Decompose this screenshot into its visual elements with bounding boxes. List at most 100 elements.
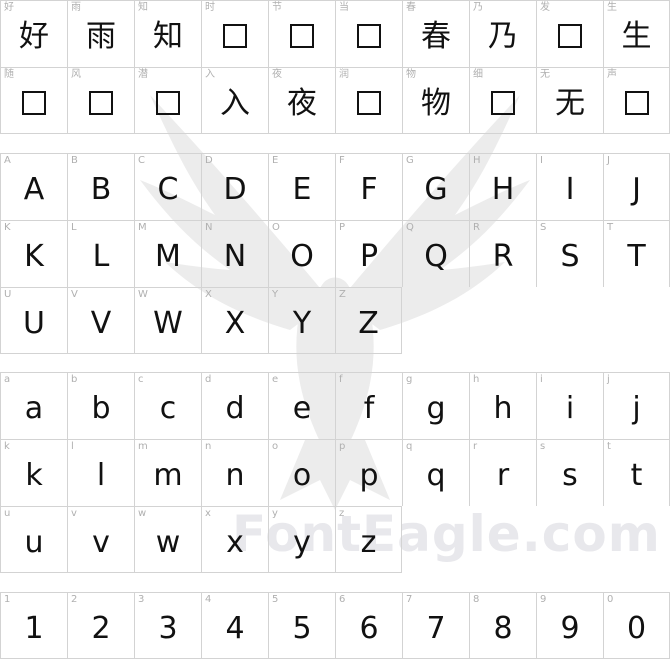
glyph-sample: Q bbox=[424, 239, 448, 274]
glyph-sample: w bbox=[155, 525, 181, 560]
glyph-sample: t bbox=[630, 458, 643, 493]
glyph-cell: ww bbox=[134, 506, 201, 573]
glyph-cell: XX bbox=[201, 287, 268, 354]
glyph-sample: C bbox=[157, 172, 179, 207]
glyph-cell: YY bbox=[268, 287, 335, 354]
glyph-sample: P bbox=[359, 239, 379, 274]
glyph-label: N bbox=[205, 222, 213, 233]
glyph-row: UUVVWWXXYYZZ bbox=[0, 287, 670, 354]
glyph-sample: 无 bbox=[555, 86, 585, 121]
glyph-sample: N bbox=[223, 239, 247, 274]
glyph-cell: WW bbox=[134, 287, 201, 354]
glyph-sample: 5 bbox=[292, 611, 312, 646]
glyph-sample: X bbox=[224, 306, 246, 341]
glyph-sample: o bbox=[292, 458, 312, 493]
glyph-cell: 00 bbox=[603, 592, 670, 659]
glyph-sample: B bbox=[90, 172, 112, 207]
glyph-cell: 好好 bbox=[0, 0, 67, 67]
glyph-cell: 无无 bbox=[536, 67, 603, 134]
glyph-sample bbox=[336, 15, 402, 59]
glyph-label: F bbox=[339, 155, 345, 166]
glyph-cell: LL bbox=[67, 220, 134, 287]
glyph-label: W bbox=[138, 289, 148, 300]
glyph-row: uuvvwwxxyyzz bbox=[0, 506, 670, 573]
glyph-sample: 物 bbox=[421, 86, 451, 121]
glyph-cell: 77 bbox=[402, 592, 469, 659]
glyph-sample: c bbox=[159, 391, 177, 426]
glyph-label: h bbox=[473, 374, 480, 385]
glyph-cell: 66 bbox=[335, 592, 402, 659]
glyph-label: P bbox=[339, 222, 346, 233]
glyph-label: m bbox=[138, 441, 148, 452]
missing-glyph-box-icon bbox=[22, 91, 46, 115]
glyph-cell: 节 bbox=[268, 0, 335, 67]
glyph-cell: tt bbox=[603, 439, 670, 506]
glyph-cell: 润 bbox=[335, 67, 402, 134]
glyph-cell: ll bbox=[67, 439, 134, 506]
missing-glyph-box-icon bbox=[357, 24, 381, 48]
glyph-label: H bbox=[473, 155, 481, 166]
glyph-cell: 随 bbox=[0, 67, 67, 134]
glyph-label: 乃 bbox=[473, 2, 483, 13]
glyph-label: f bbox=[339, 374, 343, 385]
glyph-sample bbox=[269, 15, 335, 59]
glyph-row: kkllmmnnooppqqrrsstt bbox=[0, 439, 670, 506]
glyph-cell: JJ bbox=[603, 153, 670, 220]
glyph-cell: UU bbox=[0, 287, 67, 354]
glyph-cell: 春春 bbox=[402, 0, 469, 67]
glyph-sample: x bbox=[226, 525, 244, 560]
glyph-cell: oo bbox=[268, 439, 335, 506]
missing-glyph-box-icon bbox=[357, 91, 381, 115]
glyph-cell: 细 bbox=[469, 67, 536, 134]
glyph-sample: 入 bbox=[220, 86, 250, 121]
glyph-cell: DD bbox=[201, 153, 268, 220]
glyph-cell: 发 bbox=[536, 0, 603, 67]
glyph-cell: 乃乃 bbox=[469, 0, 536, 67]
glyph-label: X bbox=[205, 289, 212, 300]
glyph-cell: 88 bbox=[469, 592, 536, 659]
glyph-sample: U bbox=[23, 306, 45, 341]
missing-glyph-box-icon bbox=[89, 91, 113, 115]
glyph-label: 4 bbox=[205, 594, 212, 605]
glyph-label: 知 bbox=[138, 2, 148, 13]
glyph-cell: 22 bbox=[67, 592, 134, 659]
glyph-label: g bbox=[406, 374, 413, 385]
glyph-sample: Z bbox=[358, 306, 379, 341]
glyph-cell: 99 bbox=[536, 592, 603, 659]
glyph-label: t bbox=[607, 441, 611, 452]
glyph-label: j bbox=[607, 374, 610, 385]
glyph-sample: S bbox=[560, 239, 580, 274]
glyph-sample: O bbox=[290, 239, 314, 274]
glyph-row: AABBCCDDEEFFGGHHIIJJ bbox=[0, 153, 670, 220]
glyph-sample: Y bbox=[292, 306, 312, 341]
glyph-label: u bbox=[4, 508, 11, 519]
glyph-sample: p bbox=[359, 458, 379, 493]
glyph-sample: F bbox=[360, 172, 378, 207]
glyph-sample: q bbox=[426, 458, 446, 493]
cjk-glyph-grid: 好好雨雨知知时节当春春乃乃发生生随风潜入入夜夜润物物细无无声 bbox=[0, 0, 670, 134]
glyph-label: x bbox=[205, 508, 211, 519]
glyph-cell: BB bbox=[67, 153, 134, 220]
glyph-sample: J bbox=[632, 172, 641, 207]
glyph-sample bbox=[135, 82, 201, 126]
glyph-sample: j bbox=[632, 391, 641, 426]
glyph-label: 声 bbox=[607, 69, 617, 80]
glyph-label: 生 bbox=[607, 2, 617, 13]
glyph-sample: 4 bbox=[225, 611, 245, 646]
glyph-label: e bbox=[272, 374, 279, 385]
glyph-row: KKLLMMNNOOPPQQRRSSTT bbox=[0, 220, 670, 287]
glyph-label: k bbox=[4, 441, 10, 452]
glyph-sample: 知 bbox=[153, 19, 183, 54]
glyph-label: O bbox=[272, 222, 280, 233]
glyph-cell: jj bbox=[603, 372, 670, 439]
glyph-sample: 9 bbox=[560, 611, 580, 646]
glyph-cell: 知知 bbox=[134, 0, 201, 67]
glyph-sample: l bbox=[96, 458, 106, 493]
glyph-cell: uu bbox=[0, 506, 67, 573]
glyph-label: M bbox=[138, 222, 147, 233]
glyph-sample: 0 bbox=[626, 611, 647, 646]
glyph-label: 时 bbox=[205, 2, 215, 13]
glyph-sample bbox=[537, 15, 603, 59]
glyph-label: 潜 bbox=[138, 69, 148, 80]
glyph-sample: b bbox=[91, 391, 111, 426]
